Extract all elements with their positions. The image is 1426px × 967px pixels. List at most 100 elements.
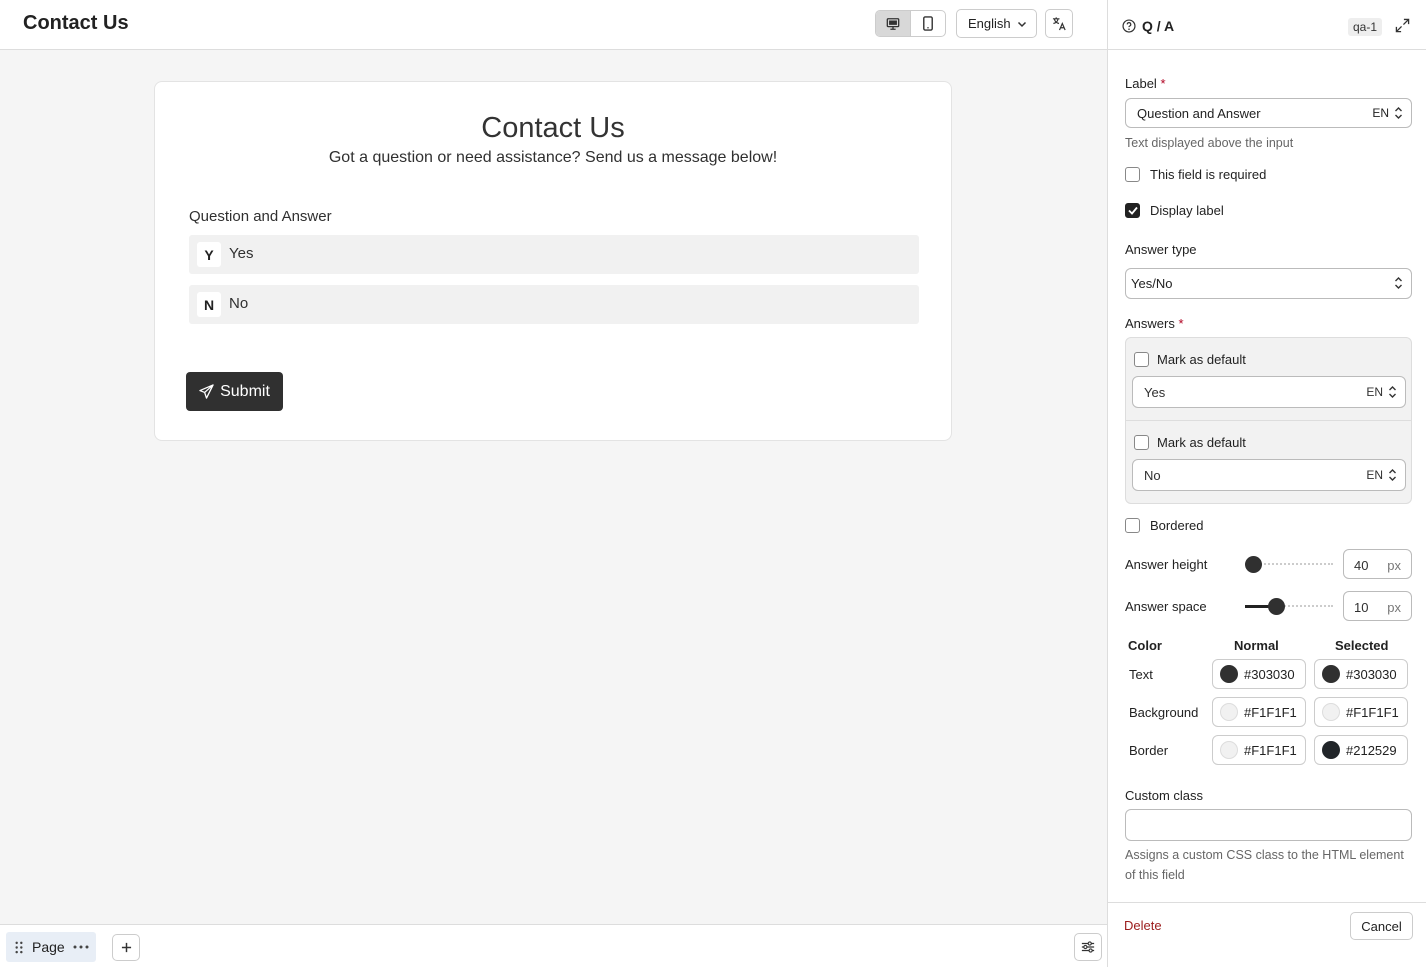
drag-handle-icon[interactable] [14,941,24,954]
checkbox-box[interactable] [1134,352,1149,367]
panel-footer: Delete Cancel [1108,902,1426,967]
language-select[interactable]: English [956,9,1037,38]
required-label: This field is required [1150,167,1267,182]
language-code[interactable]: EN [1372,106,1389,120]
required-checkbox[interactable]: This field is required [1125,167,1266,182]
color-swatch [1220,665,1238,683]
send-icon [199,384,214,399]
submit-label: Submit [220,382,270,400]
label-field-label: Label * [1125,76,1166,91]
color-row-label: Background [1129,705,1199,720]
color-row-label: Text [1129,667,1153,682]
answer-input-yes[interactable]: Yes EN [1132,376,1406,408]
panel-title: Q / A [1122,18,1174,34]
color-value: #303030 [1346,666,1397,682]
page-tab[interactable]: Page [6,932,96,962]
answer-option-no[interactable]: N No [189,285,919,324]
language-code[interactable]: EN [1366,468,1383,482]
border-selected-color-picker[interactable]: #212529 [1314,735,1408,765]
display-label-checkbox[interactable]: Display label [1125,203,1224,218]
panel-header: Q / A qa-1 [1108,0,1426,50]
unit-label: px [1387,558,1401,573]
mobile-view-button[interactable] [911,11,945,36]
delete-button[interactable]: Delete [1124,918,1162,933]
normal-header: Normal [1234,638,1279,653]
translate-icon [1052,17,1066,31]
answers-list: Mark as default Yes EN Mark as default N… [1125,337,1412,504]
answer-key: Y [197,242,221,267]
properties-panel: Q / A qa-1 Label * Question and Answer E… [1107,0,1426,967]
answer-input-value: No [1144,468,1161,483]
checkbox-box[interactable] [1125,203,1140,218]
submit-button[interactable]: Submit [186,372,283,411]
color-header: Color [1128,638,1162,653]
help-circle-icon [1122,19,1136,33]
question-label: Question and Answer [189,208,332,225]
mark-default-label: Mark as default [1157,435,1246,450]
answer-space-input[interactable]: 10 px [1343,591,1412,621]
background-normal-color-picker[interactable]: #F1F1F1 [1212,697,1306,727]
answer-type-select[interactable]: Yes/No [1125,268,1412,299]
checkbox-box[interactable] [1134,435,1149,450]
selected-header: Selected [1335,638,1389,653]
cancel-button[interactable]: Cancel [1350,912,1413,940]
color-swatch [1220,703,1238,721]
color-value: #F1F1F1 [1346,704,1399,720]
language-value: English [968,16,1011,31]
answer-height-input[interactable]: 40 px [1343,549,1412,579]
answer-key: N [197,292,221,317]
chevron-updown-icon [1389,469,1396,481]
color-value: #F1F1F1 [1244,704,1297,720]
color-swatch [1322,703,1340,721]
mark-default-label: Mark as default [1157,352,1246,367]
form-title: Contact Us [481,112,625,144]
form-settings-button[interactable] [1074,933,1102,961]
translate-button[interactable] [1045,9,1073,38]
plus-icon [121,942,131,953]
answer-text: Yes [229,245,254,262]
answer-input-value: Yes [1144,385,1166,400]
answer-space-slider[interactable] [1245,598,1333,615]
answer-height-value: 40 [1354,558,1369,573]
page-tab-label: Page [32,939,65,955]
label-hint: Text displayed above the input [1125,136,1294,150]
color-swatch [1220,741,1238,759]
background-selected-color-picker[interactable]: #F1F1F1 [1314,697,1408,727]
chevron-updown-icon [1395,277,1402,289]
slider-handle[interactable] [1245,556,1262,573]
language-code[interactable]: EN [1366,385,1383,399]
desktop-view-button[interactable] [876,11,911,36]
answer-type-label: Answer type [1125,242,1197,257]
divider [1126,420,1411,421]
label-input-value: Question and Answer [1137,106,1261,121]
color-value: #212529 [1346,742,1397,758]
answer-text: No [229,295,249,312]
answers-label: Answers * [1125,316,1184,331]
more-options-icon[interactable] [73,945,89,949]
border-normal-color-picker[interactable]: #F1F1F1 [1212,735,1306,765]
custom-class-input[interactable] [1125,809,1412,841]
expand-button[interactable] [1395,18,1410,38]
checkbox-box[interactable] [1125,167,1140,182]
add-page-button[interactable] [112,934,140,961]
desktop-icon [886,17,900,30]
text-selected-color-picker[interactable]: #303030 [1314,659,1408,689]
slider-handle[interactable] [1268,598,1285,615]
answer-input-no[interactable]: No EN [1132,459,1406,491]
label-input[interactable]: Question and Answer EN [1125,98,1412,128]
mobile-icon [923,16,933,31]
checkbox-box[interactable] [1125,518,1140,533]
mark-default-checkbox[interactable]: Mark as default [1134,435,1246,450]
custom-class-label: Custom class [1125,788,1204,803]
bordered-checkbox[interactable]: Bordered [1125,518,1203,533]
color-row-label: Border [1129,743,1169,758]
answer-height-slider[interactable] [1245,556,1333,573]
text-normal-color-picker[interactable]: #303030 [1212,659,1306,689]
check-icon [1127,206,1138,215]
answer-option-yes[interactable]: Y Yes [189,235,919,274]
answer-space-label: Answer space [1125,599,1207,614]
color-value: #F1F1F1 [1244,742,1297,758]
mark-default-checkbox[interactable]: Mark as default [1134,352,1246,367]
color-swatch [1322,741,1340,759]
sliders-icon [1081,941,1095,953]
